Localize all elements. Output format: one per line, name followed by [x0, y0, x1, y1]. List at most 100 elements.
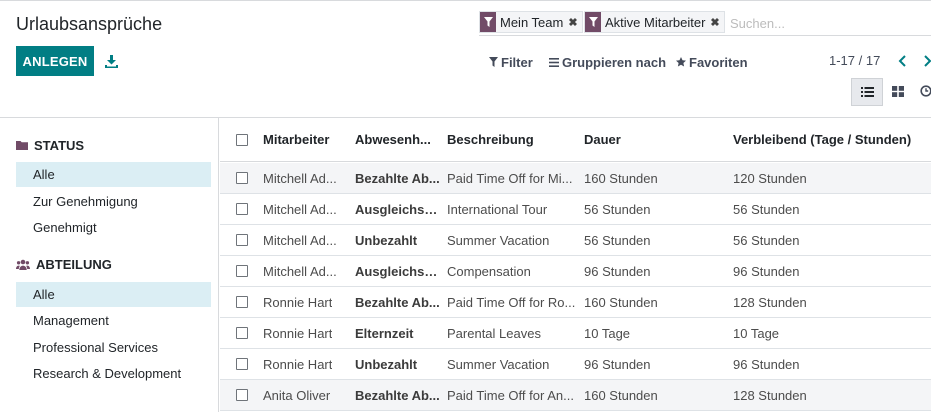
search-bar: Mein Team ✖ Aktive Mitarbeiter ✖: [479, 10, 931, 36]
filter-label: Filter: [501, 54, 533, 70]
cell-remaining: 10 Tage: [733, 326, 780, 341]
select-all-checkbox[interactable]: [236, 134, 248, 146]
row-checkbox[interactable]: [236, 172, 248, 184]
cell-employee: Ronnie Hart: [263, 295, 333, 310]
folder-icon: [16, 140, 28, 150]
filter-icon: [480, 12, 496, 32]
status-item-approved[interactable]: Genehmigt: [16, 215, 211, 240]
row-checkbox[interactable]: [236, 203, 248, 215]
cell-leave-type: Bezahlte Ab...: [355, 171, 440, 186]
search-facet-active-employees[interactable]: Aktive Mitarbeiter ✖: [584, 11, 725, 33]
table-row[interactable]: Mitchell Ad... Bezahlte Ab... Paid Time Of…: [220, 163, 931, 194]
search-facet-team[interactable]: Mein Team ✖: [479, 11, 583, 33]
allocations-list: Mitarbeiter Abwesenh... Beschreibung Dau…: [220, 118, 931, 412]
close-icon[interactable]: ✖: [710, 12, 723, 32]
table-row[interactable]: Mitchell Ad... Unbezahlt Summer Vacation 56…: [220, 225, 931, 256]
favorites-button[interactable]: Favoriten: [676, 53, 748, 71]
chevron-right-icon[interactable]: [920, 53, 931, 69]
cell-description: Summer Vacation: [447, 357, 550, 372]
cell-description: Paid Time Off for Ro...: [447, 295, 576, 310]
search-panel: STATUS Alle Zur Genehmigung Genehmigt AB…: [0, 118, 219, 412]
table-row[interactable]: Mitchell Ad... Ausgleichstage Compensation…: [220, 256, 931, 287]
cell-leave-type: Elternzeit: [355, 326, 414, 341]
department-item-management[interactable]: Management: [16, 308, 211, 333]
cell-employee: Mitchell Ad...: [263, 233, 337, 248]
kanban-view-button[interactable]: [884, 78, 912, 106]
cell-leave-type: Ausgleichstage: [355, 264, 441, 279]
cell-employee: Mitchell Ad...: [263, 171, 337, 186]
star-icon: [676, 57, 686, 67]
cell-description: Paid Time Off for An...: [447, 388, 574, 403]
cell-employee: Ronnie Hart: [263, 326, 333, 341]
column-header-leave-type[interactable]: Abwesenh...: [355, 132, 431, 147]
cell-duration: 96 Stunden: [584, 357, 651, 372]
department-item-research-development[interactable]: Research & Development: [16, 361, 211, 386]
row-checkbox[interactable]: [236, 327, 248, 339]
page-title: Urlaubsansprüche: [16, 14, 163, 34]
column-header-description[interactable]: Beschreibung: [447, 132, 534, 147]
cell-employee: Anita Oliver: [263, 388, 331, 403]
cell-description: Compensation: [447, 264, 531, 279]
cell-description: Summer Vacation: [447, 233, 550, 248]
top-border: [0, 0, 931, 1]
row-checkbox[interactable]: [236, 358, 248, 370]
create-button[interactable]: ANLEGEN: [16, 46, 94, 76]
status-section-title: STATUS: [16, 136, 84, 154]
list-icon: [860, 85, 874, 100]
table-row[interactable]: Ronnie Hart Elternzeit Parental Leaves 10 T…: [220, 318, 931, 349]
cell-duration: 160 Stunden: [584, 388, 658, 403]
table-header: Mitarbeiter Abwesenh... Beschreibung Dau…: [220, 118, 931, 162]
row-checkbox[interactable]: [236, 389, 248, 401]
cell-leave-type: Bezahlte Ab...: [355, 295, 440, 310]
activity-view-button[interactable]: [916, 78, 931, 106]
cell-remaining: 56 Stunden: [733, 233, 800, 248]
table-row[interactable]: Mitchell Ad... Ausgleichstage Internationa…: [220, 194, 931, 225]
cell-employee: Mitchell Ad...: [263, 264, 337, 279]
section-title-label: STATUS: [34, 137, 85, 153]
column-header-duration[interactable]: Dauer: [584, 132, 621, 147]
cell-description: Paid Time Off for Mi...: [447, 171, 573, 186]
table-row[interactable]: Anita Oliver Bezahlte Ab... Paid Time Off …: [220, 380, 931, 411]
close-icon[interactable]: ✖: [568, 12, 581, 32]
users-icon: [16, 259, 30, 270]
section-title-label: ABTEILUNG: [36, 256, 112, 272]
search-input[interactable]: [730, 13, 920, 33]
cell-remaining: 128 Stunden: [733, 388, 807, 403]
status-item-all[interactable]: Alle: [16, 162, 211, 187]
pager-value[interactable]: 1-17 / 17: [829, 53, 880, 68]
cell-description: Parental Leaves: [447, 326, 541, 341]
search-facet-label: Aktive Mitarbeiter: [605, 14, 706, 30]
cell-employee: Ronnie Hart: [263, 357, 333, 372]
cell-leave-type: Bezahlte Ab...: [355, 388, 440, 403]
cell-duration: 96 Stunden: [584, 264, 651, 279]
row-checkbox[interactable]: [236, 265, 248, 277]
cell-remaining: 128 Stunden: [733, 295, 807, 310]
favorites-label: Favoriten: [689, 54, 748, 70]
column-header-remaining[interactable]: Verbleibend (Tage / Stunden): [733, 132, 911, 147]
column-header-employee[interactable]: Mitarbeiter: [263, 132, 329, 147]
filter-button[interactable]: Filter: [489, 53, 533, 71]
department-item-professional-services[interactable]: Professional Services: [16, 335, 211, 360]
kanban-icon: [892, 85, 904, 100]
row-checkbox[interactable]: [236, 296, 248, 308]
status-item-to-approve[interactable]: Zur Genehmigung: [16, 189, 211, 214]
download-icon[interactable]: [100, 50, 122, 72]
search-facet-label: Mein Team: [500, 14, 564, 30]
chevron-left-icon[interactable]: [894, 53, 910, 69]
cell-duration: 160 Stunden: [584, 171, 658, 186]
groupby-label: Gruppieren nach: [562, 54, 667, 70]
groupby-button[interactable]: Gruppieren nach: [549, 53, 666, 71]
table-row[interactable]: Ronnie Hart Bezahlte Ab... Paid Time Off f…: [220, 287, 931, 318]
cell-leave-type: Unbezahlt: [355, 233, 418, 248]
cell-description: International Tour: [447, 202, 548, 217]
cell-duration: 56 Stunden: [584, 202, 651, 217]
cell-leave-type: Unbezahlt: [355, 357, 418, 372]
clock-icon: [920, 84, 931, 100]
row-checkbox[interactable]: [236, 234, 248, 246]
cell-leave-type: Ausgleichstage: [355, 202, 441, 217]
table-row[interactable]: Ronnie Hart Unbezahlt Summer Vacation 96 St…: [220, 349, 931, 380]
cell-remaining: 120 Stunden: [733, 171, 807, 186]
list-view-button[interactable]: [851, 78, 883, 106]
cell-remaining: 96 Stunden: [733, 264, 800, 279]
department-item-all[interactable]: Alle: [16, 282, 211, 307]
